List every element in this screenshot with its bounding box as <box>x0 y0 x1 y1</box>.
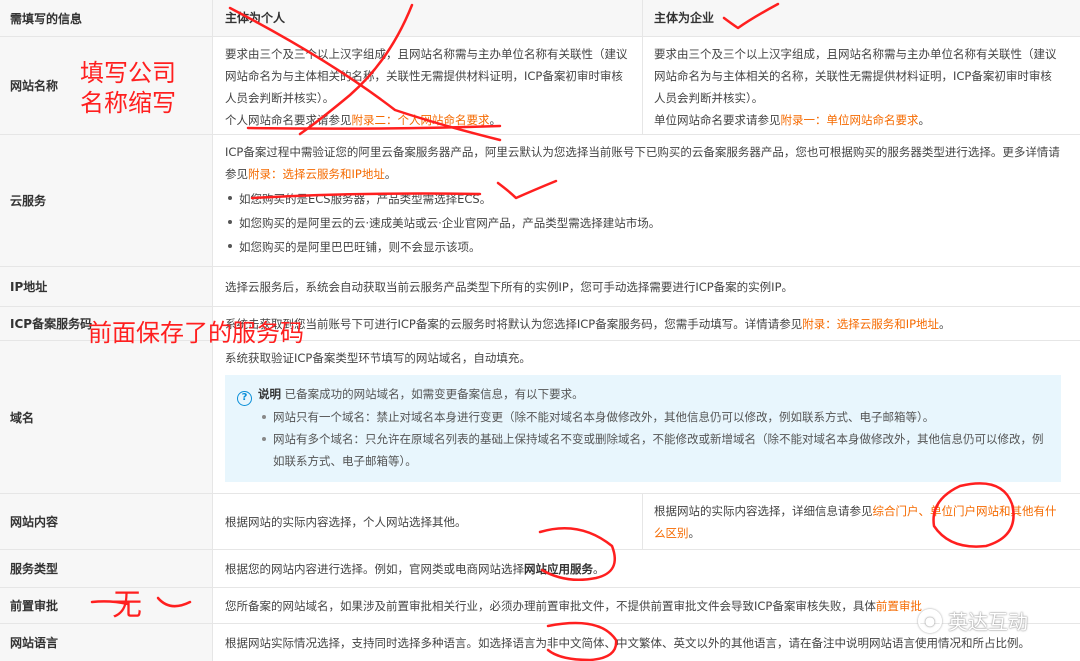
list-item: 网站只有一个域名：禁止对域名本身进行变更（除不能对域名本身做修改外，其他信息仍可… <box>259 406 1049 428</box>
pre-approval-link[interactable]: 前置审批 <box>876 599 922 613</box>
table-row-domain: 域名 系统获取验证ICP备案类型环节填写的网站域名，自动填充。 ? 说明 已备案成… <box>0 341 1080 494</box>
service-cell: 根据您的网站内容进行选择。例如，官网类或电商网站选择网站应用服务。 <box>214 550 1072 587</box>
list-item: 如您购买的是ECS服务器，产品类型需选择ECS。 <box>225 187 1061 211</box>
cell-text: 根据您的网站内容进行选择。例如，官网类或电商网站选择 <box>225 561 524 576</box>
cloud-cell: ICP备案过程中需验证您的阿里云备案服务器产品，阿里云默认为您选择当前账号下已购… <box>214 135 1072 266</box>
domain-cell: 系统获取验证ICP备案类型环节填写的网站域名，自动填充。 ? 说明 已备案成功的网… <box>214 341 1072 493</box>
list-item: 如您购买的是阿里云的云·速成美站或云·企业官网产品，产品类型需选择建站市场。 <box>225 211 1061 235</box>
cell-text: 。 <box>489 113 502 127</box>
annotation-none-note: 无 <box>112 588 142 623</box>
row-label: 网站语言 <box>0 624 213 661</box>
header-company-column: 主体为企业 <box>654 11 715 25</box>
cell-text: 您所备案的网站域名，如果涉及前置审批相关行业，必须办理前置审批文件，不提供前置审… <box>225 598 876 613</box>
note-text: 已备案成功的网站域名，如需变更备案信息，有以下要求。 <box>284 387 584 401</box>
table-row-service-type: 服务类型 根据您的网站内容进行选择。例如，官网类或电商网站选择网站应用服务。 <box>0 550 1080 588</box>
personal-cell: 要求由三个及三个以上汉字组成，且网站名称需与主办单位名称有关联性（建议网站命名为… <box>214 37 643 134</box>
table-header: 需填写的信息 主体为个人 主体为企业 <box>0 0 1080 37</box>
annotation-code-note: 前面保存了的服务码 <box>88 319 304 347</box>
row-label: 服务类型 <box>0 550 213 587</box>
cell-text: 根据网站的实际内容选择，详细信息请参见 <box>654 503 873 518</box>
list-item: 网站有多个域名：只允许在原域名列表的基础上保持域名不变或删除域名，不能修改或新增… <box>259 428 1049 472</box>
table-row-ip-address: IP地址 选择云服务后，系统会自动获取当前云服务产品类型下所有的实例IP，您可手… <box>0 267 1080 307</box>
watermark-text: 英达互动 <box>948 610 1028 634</box>
row-label: 云服务 <box>0 135 213 266</box>
cell-text: 。 <box>918 113 931 127</box>
personal-naming-link[interactable]: 附录二：个人网站命名要求 <box>352 113 490 127</box>
annotation-text: 名称缩写 <box>80 89 176 117</box>
cell-text-bold: 网站应用服务 <box>524 561 593 576</box>
cell-text: 单位网站命名要求请参见 <box>654 113 781 127</box>
header-personal-column: 主体为个人 <box>214 0 643 36</box>
cell-text: 。 <box>939 316 951 331</box>
row-label: IP地址 <box>0 267 213 306</box>
cell-text: 要求由三个及三个以上汉字组成，且网站名称需与主办单位名称有关联性（建议网站命名为… <box>225 47 628 105</box>
cloud-ip-link[interactable]: 附录：选择云服务和IP地址 <box>248 167 385 181</box>
header-info-column: 需填写的信息 <box>0 0 213 36</box>
company-cell: 要求由三个及三个以上汉字组成，且网站名称需与主办单位名称有关联性（建议网站命名为… <box>643 37 1072 134</box>
personal-cell: 根据网站的实际内容选择，个人网站选择其他。 <box>214 494 643 549</box>
code-cell: 系统击获取到您当前账号下可进行ICP备案的云服务时将默认为您选择ICP备案服务码… <box>214 307 1072 340</box>
table-row-cloud-service: 云服务 ICP备案过程中需验证您的阿里云备案服务器产品，阿里云默认为您选择当前账… <box>0 135 1080 267</box>
wechat-logo-icon: ● <box>918 608 942 633</box>
ip-cell: 选择云服务后，系统会自动获取当前云服务产品类型下所有的实例IP，您可手动选择需要… <box>214 267 1072 306</box>
annotation-name-note: 填写公司 名称缩写 <box>80 58 176 118</box>
note-title: 说明 <box>258 387 281 401</box>
domain-note: ? 说明 已备案成功的网站域名，如需变更备案信息，有以下要求。 网站只有一个域名：… <box>225 375 1061 482</box>
company-cell: 根据网站的实际内容选择，详细信息请参见综合门户、单位门户网站和其他有什么区别。 <box>643 494 1072 549</box>
row-label: 域名 <box>0 341 213 493</box>
cell-text: 系统获取验证ICP备案类型环节填写的网站域名，自动填充。 <box>225 351 531 365</box>
cell-text: 根据网站的实际内容选择，个人网站选择其他。 <box>225 514 467 529</box>
cell-text: 选择云服务后，系统会自动获取当前云服务产品类型下所有的实例IP，您可手动选择需要… <box>225 279 794 294</box>
cell-text: 。 <box>384 167 397 181</box>
company-naming-link[interactable]: 附录一：单位网站命名要求 <box>781 113 919 127</box>
watermark: ● 英达互动 <box>918 606 1028 635</box>
row-label: 网站内容 <box>0 494 213 549</box>
code-cloud-ip-link[interactable]: 附录：选择云服务和IP地址 <box>802 317 939 331</box>
cell-text: 要求由三个及三个以上汉字组成，且网站名称需与主办单位名称有关联性（建议网站命名为… <box>654 47 1057 105</box>
note-bullet-list: 网站只有一个域名：禁止对域名本身进行变更（除不能对域名本身做修改外，其他信息仍可… <box>259 406 1049 472</box>
list-item: 如您购买的是阿里巴巴旺铺，则不会显示该项。 <box>225 235 1061 259</box>
annotation-text: 填写公司 <box>80 59 176 87</box>
table-row-website-content: 网站内容 根据网站的实际内容选择，个人网站选择其他。 根据网站的实际内容选择，详… <box>0 494 1080 550</box>
cell-text: 。 <box>688 525 701 540</box>
cell-text: 。 <box>593 561 605 576</box>
cloud-bullet-list: 如您购买的是ECS服务器，产品类型需选择ECS。 如您购买的是阿里云的云·速成美… <box>225 187 1061 259</box>
cell-text: 个人网站命名要求请参见 <box>225 113 352 127</box>
row-label: 前置审批 <box>0 588 213 623</box>
cell-text: 系统击获取到您当前账号下可进行ICP备案的云服务时将默认为您选择ICP备案服务码… <box>225 316 803 331</box>
question-icon: ? <box>237 391 252 406</box>
